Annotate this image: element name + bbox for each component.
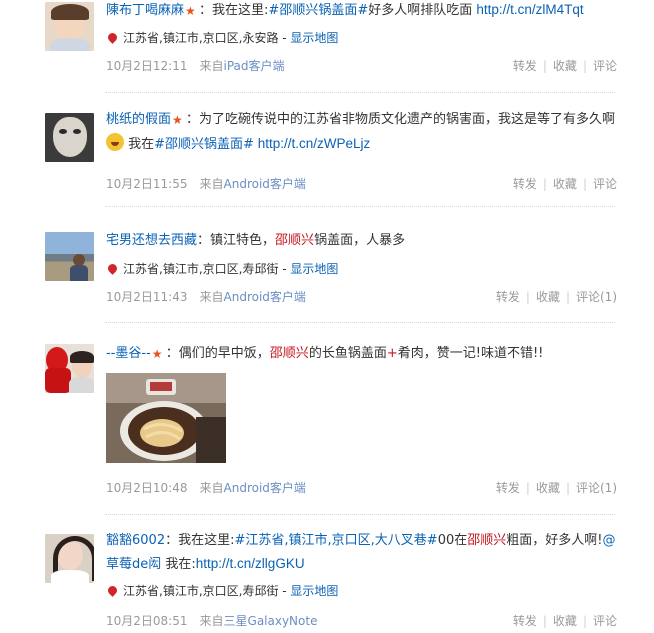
- feed-item: 豁豁6002：我在这里:#江苏省,镇江市,京口区,大八叉巷#00在邵顺兴粗面，好…: [45, 532, 617, 632]
- post-time[interactable]: 10月2日11:43: [106, 290, 188, 304]
- post-actions: 转发 | 收藏 | 评论(1): [495, 481, 617, 495]
- noodle-bowl-photo: [106, 373, 226, 463]
- feed-item: 陳布丁喝麻麻★ ：我在这里:#邵顺兴锅盖面#好多人啊排队吃面 http://t.c…: [45, 0, 617, 90]
- post-source: 来自Android客户端: [199, 290, 306, 304]
- post-meta: 10月2日08:51 来自三星GalaxyNote 转发 | 收藏 | 评论: [106, 612, 617, 630]
- post-time[interactable]: 10月2日10:48: [106, 481, 188, 495]
- username-link[interactable]: 豁豁6002: [106, 533, 165, 548]
- medal-icon: ★: [151, 347, 163, 361]
- short-url-link[interactable]: http://t.cn/zllgGKU: [196, 556, 305, 571]
- feed-item: 宅男还想去西藏：镇江特色，邵顺兴锅盖面，人暴多 江苏省,镇江市,京口区,寿邱街 …: [45, 229, 617, 314]
- favorite-button[interactable]: 收藏: [553, 614, 577, 628]
- repost-button[interactable]: 转发: [496, 481, 520, 495]
- post-text: 陳布丁喝麻麻★ ：我在这里:#邵顺兴锅盖面#好多人啊排队吃面 http://t.c…: [106, 2, 584, 18]
- medal-icon: ★: [172, 113, 183, 127]
- repost-button[interactable]: 转发: [513, 614, 537, 628]
- post-text: --墨谷--★ ：偶们的早中饭，邵顺兴的长鱼锅盖面+肴肉，赞一记!味道不错!!: [106, 346, 544, 361]
- post-time[interactable]: 10月2日12:11: [106, 59, 188, 73]
- divider: [105, 514, 615, 515]
- feed-item-body: 桃纸的假面★ ：为了吃碗传说中的江苏省非物质文化遗产的锅害面，我这是等了有多久啊 …: [106, 111, 617, 191]
- medal-icon: ★: [185, 4, 196, 18]
- feed-item-body: 宅男还想去西藏：镇江特色，邵顺兴锅盖面，人暴多 江苏省,镇江市,京口区,寿邱街 …: [106, 229, 617, 304]
- post-source: 来自iPad客户端: [199, 59, 285, 73]
- avatar[interactable]: [45, 232, 94, 281]
- highlight-keyword: 邵顺兴: [275, 233, 315, 248]
- post-time[interactable]: 10月2日11:55: [106, 177, 188, 191]
- divider: [105, 92, 615, 93]
- post-text: 豁豁6002：我在这里:#江苏省,镇江市,京口区,大八叉巷#00在邵顺兴粗面，好…: [106, 533, 616, 572]
- divider: [105, 322, 615, 323]
- post-source: 来自Android客户端: [199, 177, 306, 191]
- post-actions: 转发 | 收藏 | 评论: [512, 614, 617, 628]
- feed-item-body: 陳布丁喝麻麻★ ：我在这里:#邵顺兴锅盖面#好多人啊排队吃面 http://t.c…: [106, 0, 617, 73]
- username-link[interactable]: 桃纸的假面: [106, 112, 171, 127]
- short-url-link[interactable]: http://t.cn/zlM4Tqt: [476, 2, 583, 17]
- location-text: 江苏省,镇江市,京口区,寿邱街: [123, 262, 279, 276]
- repost-button[interactable]: 转发: [496, 290, 520, 304]
- divider: [105, 206, 615, 207]
- topic-link[interactable]: #邵顺兴锅盖面#: [154, 137, 254, 152]
- username-link[interactable]: 宅男还想去西藏: [106, 233, 197, 248]
- location-pin-icon: [106, 31, 119, 44]
- favorite-button[interactable]: 收藏: [536, 290, 560, 304]
- post-time[interactable]: 10月2日08:51: [106, 614, 188, 628]
- avatar[interactable]: [45, 2, 94, 51]
- location-line: 江苏省,镇江市,京口区,寿邱街 - 显示地图: [106, 581, 617, 601]
- location-text: 江苏省,镇江市,京口区,寿邱街: [123, 584, 279, 598]
- location-line: 江苏省,镇江市,京口区,永安路 - 显示地图: [106, 28, 617, 48]
- favorite-button[interactable]: 收藏: [536, 481, 560, 495]
- post-meta: 10月2日10:48 来自Android客户端 转发 | 收藏 | 评论(1): [106, 479, 617, 497]
- repost-button[interactable]: 转发: [513, 177, 537, 191]
- post-text: 桃纸的假面★ ：为了吃碗传说中的江苏省非物质文化遗产的锅害面，我这是等了有多久啊 …: [106, 112, 616, 152]
- repost-button[interactable]: 转发: [513, 59, 537, 73]
- username-link[interactable]: --墨谷--: [106, 346, 151, 361]
- post-text: 宅男还想去西藏：镇江特色，邵顺兴锅盖面，人暴多: [106, 233, 406, 248]
- show-map-link[interactable]: 显示地图: [290, 262, 338, 276]
- feed-item: --墨谷--★：偶们的早中饭，邵顺兴的长鱼锅盖面+肴肉，赞一记!味道不错!!: [45, 342, 617, 497]
- avatar[interactable]: [45, 534, 94, 583]
- comment-button[interactable]: 评论(1): [576, 290, 617, 304]
- location-pin-icon: [106, 262, 119, 275]
- show-map-link[interactable]: 显示地图: [290, 584, 338, 598]
- post-meta: 10月2日11:55 来自Android客户端 转发 | 收藏 | 评论: [106, 175, 617, 193]
- location-text: 江苏省,镇江市,京口区,永安路: [123, 31, 279, 45]
- comment-button[interactable]: 评论(1): [576, 481, 617, 495]
- post-meta: 10月2日12:11 来自iPad客户端 转发 | 收藏 | 评论: [106, 57, 617, 75]
- post-actions: 转发 | 收藏 | 评论: [512, 59, 617, 73]
- crying-emoji-icon: [106, 133, 124, 151]
- weibo-feed: 陳布丁喝麻麻★ ：我在这里:#邵顺兴锅盖面#好多人啊排队吃面 http://t.c…: [0, 0, 654, 633]
- post-source: 来自Android客户端: [199, 481, 306, 495]
- short-url-link[interactable]: http://t.cn/zWPeLjz: [254, 136, 371, 151]
- feed-item: 桃纸的假面★ ：为了吃碗传说中的江苏省非物质文化遗产的锅害面，我这是等了有多久啊 …: [45, 111, 617, 206]
- post-actions: 转发 | 收藏 | 评论: [512, 177, 617, 191]
- post-meta: 10月2日11:43 来自Android客户端 转发 | 收藏 | 评论(1): [106, 288, 617, 306]
- topic-link[interactable]: #邵顺兴锅盖面#: [268, 3, 368, 18]
- topic-link[interactable]: #江苏省,镇江市,京口区,大八叉巷#: [235, 533, 438, 548]
- show-map-link[interactable]: 显示地图: [290, 31, 338, 45]
- avatar[interactable]: [45, 113, 94, 162]
- post-actions: 转发 | 收藏 | 评论(1): [495, 290, 617, 304]
- feed-item-body: 豁豁6002：我在这里:#江苏省,镇江市,京口区,大八叉巷#00在邵顺兴粗面，好…: [106, 532, 617, 628]
- comment-button[interactable]: 评论: [593, 59, 617, 73]
- highlight-keyword: 邵顺兴: [269, 346, 309, 361]
- username-link[interactable]: 陳布丁喝麻麻: [106, 3, 184, 18]
- post-photo-thumbnail[interactable]: [106, 373, 226, 463]
- post-source: 来自三星GalaxyNote: [199, 614, 318, 628]
- location-line: 江苏省,镇江市,京口区,寿邱街 - 显示地图: [106, 259, 617, 279]
- favorite-button[interactable]: 收藏: [553, 177, 577, 191]
- location-pin-icon: [106, 584, 119, 597]
- avatar[interactable]: [45, 344, 94, 393]
- comment-button[interactable]: 评论: [593, 614, 617, 628]
- highlight-keyword: 邵顺兴: [467, 533, 507, 548]
- comment-button[interactable]: 评论: [593, 177, 617, 191]
- favorite-button[interactable]: 收藏: [553, 59, 577, 73]
- feed-item-body: --墨谷--★：偶们的早中饭，邵顺兴的长鱼锅盖面+肴肉，赞一记!味道不错!!: [106, 342, 617, 495]
